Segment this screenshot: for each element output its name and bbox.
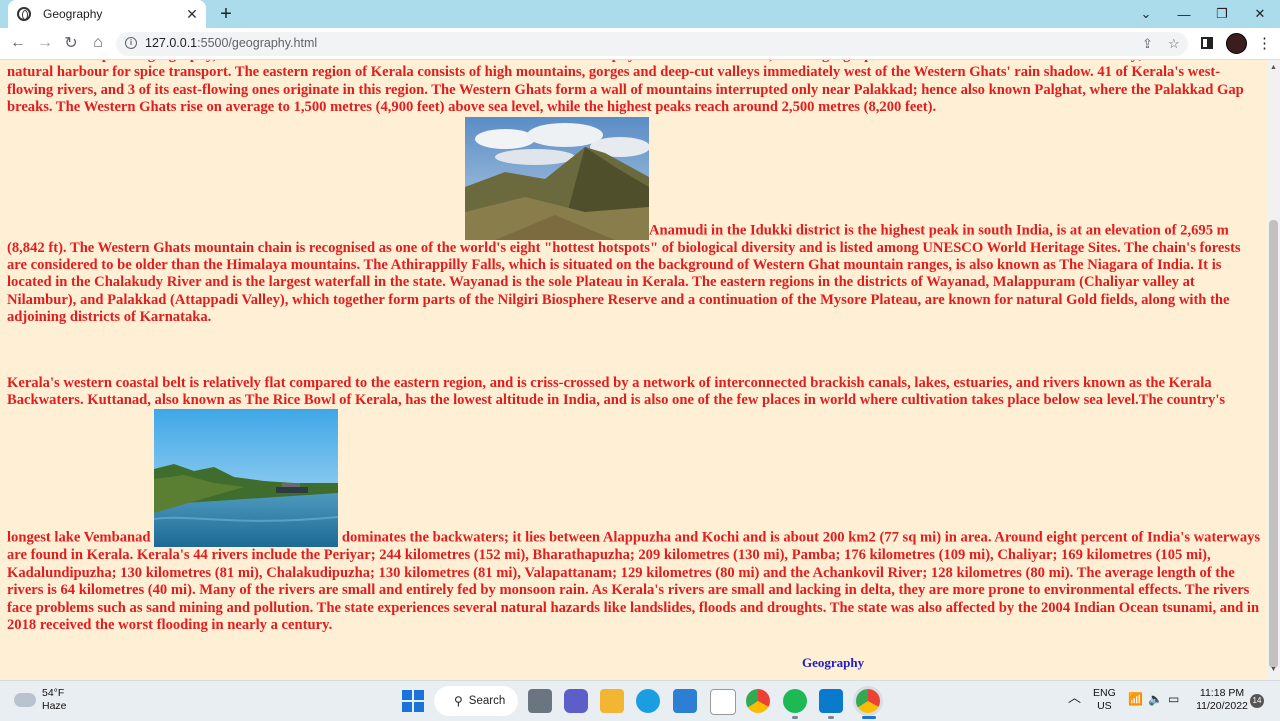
scroll-thumb[interactable] [1269, 220, 1278, 668]
clock[interactable]: 11:18 PM 11/20/2022 [1194, 687, 1250, 713]
volume-icon[interactable]: 🔈 [1148, 693, 1163, 706]
profile-avatar[interactable] [1226, 33, 1247, 54]
paragraph-highlands: Thiruvananthapuram geography, the state … [7, 60, 1261, 327]
address-bar[interactable]: i 127.0.0.1:5500/geography.html ⇪ ☆ [116, 32, 1188, 56]
notepad-icon[interactable] [710, 689, 736, 715]
mountain-image [465, 116, 649, 240]
teams-chat-icon[interactable] [564, 689, 588, 713]
paragraph-backwaters: Kerala's western coastal belt is relativ… [7, 375, 1261, 635]
scroll-down-icon[interactable]: ▼ [1270, 666, 1277, 673]
wifi-icon[interactable]: 📶 [1128, 693, 1143, 706]
microsoft-store-icon[interactable] [673, 689, 697, 713]
scroll-up-icon[interactable]: ▲ [1270, 64, 1277, 71]
file-explorer-icon[interactable] [600, 689, 624, 713]
reload-button[interactable]: ↻ [60, 32, 82, 54]
url-text: 127.0.0.1:5500/geography.html [145, 36, 318, 50]
backwaters-image [154, 409, 339, 548]
new-tab-button[interactable]: + [216, 3, 236, 25]
taskbar-search[interactable]: ⚲ Search [434, 686, 518, 716]
notification-badge[interactable]: 14 [1250, 694, 1264, 708]
search-label: Search [468, 695, 506, 707]
start-windows-icon[interactable] [401, 689, 425, 713]
page-viewport: Thiruvananthapuram geography, the state … [0, 60, 1267, 680]
article-content: Thiruvananthapuram geography, the state … [7, 60, 1261, 635]
chrome-icon[interactable] [746, 689, 770, 713]
tab-search-icon[interactable]: ⌄ [1127, 0, 1165, 28]
tray-overflow-icon[interactable]: ︿ [1068, 691, 1081, 704]
active-indicator [862, 716, 876, 719]
tab-strip: Geography ✕ + ⌄ — ❐ ✕ [0, 0, 1280, 28]
minimize-button[interactable]: — [1165, 0, 1203, 28]
menu-kebab-icon[interactable]: ⋮ [1257, 34, 1272, 52]
browser-toolbar: ← → ↻ ⌂ i 127.0.0.1:5500/geography.html … [0, 28, 1280, 60]
restore-button[interactable]: ❐ [1203, 0, 1241, 28]
tab-geography[interactable]: Geography ✕ [8, 0, 206, 28]
chrome-active-icon[interactable] [856, 689, 880, 713]
bookmark-star-icon[interactable]: ☆ [1168, 36, 1180, 52]
tab-title: Geography [43, 7, 103, 21]
language-indicator[interactable]: ENG US [1093, 687, 1116, 713]
close-window-button[interactable]: ✕ [1241, 0, 1279, 28]
edge-browser-icon[interactable] [636, 689, 660, 713]
geography-link[interactable]: Geography [802, 655, 864, 671]
weather-desc: Haze [42, 700, 67, 712]
running-indicator [792, 716, 798, 719]
search-icon: ⚲ [454, 694, 463, 708]
paragraph-text: Thiruvananthapuram geography, the state … [7, 60, 1244, 116]
globe-icon [17, 7, 31, 21]
running-indicator [828, 716, 834, 719]
back-button[interactable]: ← [7, 32, 29, 54]
weather-haze-icon [14, 687, 36, 707]
side-panel-icon[interactable] [1201, 37, 1213, 49]
forward-button[interactable]: → [34, 32, 56, 54]
share-icon[interactable]: ⇪ [1142, 36, 1153, 52]
page-scrollbar[interactable]: ▲ ▼ [1267, 60, 1280, 680]
weather-widget[interactable]: 54°F Haze [14, 687, 67, 713]
windows-taskbar: 54°F Haze ⚲ Search ︿ ENG US 📶 🔈 ▭ 11:18 PM… [0, 680, 1280, 721]
battery-icon[interactable]: ▭ [1168, 693, 1179, 706]
spotify-icon[interactable] [783, 689, 807, 713]
site-info-icon[interactable]: i [125, 37, 137, 49]
weather-temp: 54°F [42, 687, 65, 699]
tab-close-icon[interactable]: ✕ [184, 6, 200, 23]
home-button[interactable]: ⌂ [87, 32, 109, 54]
vscode-icon[interactable] [819, 689, 843, 713]
task-view-icon[interactable] [528, 689, 552, 713]
